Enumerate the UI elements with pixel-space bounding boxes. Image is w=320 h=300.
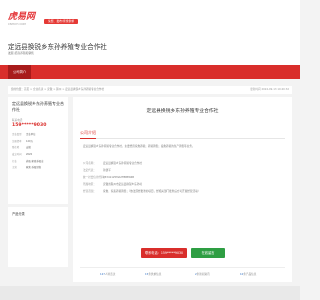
nav-item-intro[interactable]: 公司简介 — [8, 65, 32, 79]
company-name: 定远县换锐乡东孙养殖专业合作社 — [12, 101, 64, 112]
field-region: 所属地区： 安徽省滁州市定远县换锐乡东孙村 — [83, 183, 142, 186]
field-legal-rep: 法定代表： 孙建军 — [83, 169, 111, 172]
section-header: 公司介绍 — [80, 129, 285, 139]
stat-views: 127人浏览过 — [100, 273, 116, 276]
logo-subtext: CNHUYI.COM — [8, 23, 26, 26]
company-subtitle: 发展.招商养殖和销售 — [8, 51, 35, 55]
info-row: 行业 养殖 家禽养殖业 — [12, 159, 44, 163]
field-scope: 经营范围： 家禽、家畜养殖销售；（依法须经批准的项目，经相关部门批准后方可开展经营… — [83, 190, 201, 193]
phone-label: 联系电话 — [12, 119, 23, 123]
info-row: 注册资本 120万 — [12, 139, 33, 143]
message-button[interactable]: 在线留言 — [191, 248, 225, 258]
page-footer — [0, 286, 300, 300]
breadcrumb: 您的位置：首页 > 企业名录 > 安徽 > 滁州 > 定远县换锐乡东孙养殖专业合… — [8, 86, 292, 94]
field-credit-code: 统一社会信用代码：93341125MA2TBBEN4B — [83, 176, 135, 179]
field-company-name: 公司名称： 定远县换锐乡东孙养殖专业合作社 — [83, 162, 142, 165]
stat-news[interactable]: 2条新闻资讯 — [195, 272, 210, 276]
company-title: 定远县换锐乡东孙养殖专业合作社 — [8, 43, 107, 51]
stat-supply[interactable]: 15条供求信息 — [145, 272, 161, 276]
stats-bar: 127人浏览过 15条供求信息 2条新闻资讯 10条产品信息 — [80, 267, 285, 279]
publish-badge[interactable]: 免费、发布/查找供求 — [44, 19, 78, 24]
company-info-card: 定远县换锐乡东孙养殖专业合作社 联系电话 159*****9030 企业类型 企业… — [8, 97, 68, 204]
breadcrumb-path[interactable]: 您的位置：首页 > 企业名录 > 安徽 > 滁州 > 定远县换锐乡东孙养殖专业合… — [11, 88, 104, 91]
main-nav: 公司简介 — [0, 65, 300, 79]
update-time: 更新时间 2024-09-13 10:40:32 — [250, 88, 289, 91]
info-row: 主营 家禽 养殖销售 — [12, 166, 42, 170]
product-category-card: 产品分类 — [8, 207, 68, 267]
page-title: 定远县换锐乡东孙养殖专业合作社 — [146, 109, 219, 114]
company-info-list: 企业类型 企业单位 注册资本 120万 所在地 安徽 成立时间 2020 行业 养殖 家禽… — [12, 132, 64, 172]
site-logo[interactable]: 虎易网 CNHUYI.COM — [8, 12, 36, 27]
product-category-title: 产品分类 — [12, 212, 25, 216]
info-row: 所在地 安徽 — [12, 146, 31, 150]
section-title: 公司介绍 — [80, 130, 96, 139]
stat-products[interactable]: 10条产品信息 — [240, 272, 256, 276]
phone-number[interactable]: 159*****9030 — [12, 123, 64, 128]
call-button[interactable]: 联系电话：159*****9030 — [141, 248, 187, 258]
main-content: 定远县换锐乡东孙养殖专业合作社 公司介绍 定远县换锐乡东孙养殖专业合作社，主要经… — [73, 97, 292, 282]
site-header: 虎易网 CNHUYI.COM 免费、发布/查找供求 定远县换锐乡东孙养殖专业合作… — [0, 0, 300, 65]
info-row: 成立时间 2020 — [12, 152, 33, 156]
logo-text: 虎易网 — [8, 12, 36, 22]
info-row: 企业类型 企业单位 — [12, 133, 36, 137]
company-intro: 定远县换锐乡东孙养殖专业合作社，主要经营家禽养殖；养殖销售；畜禽养殖的生产销售等… — [83, 145, 195, 148]
